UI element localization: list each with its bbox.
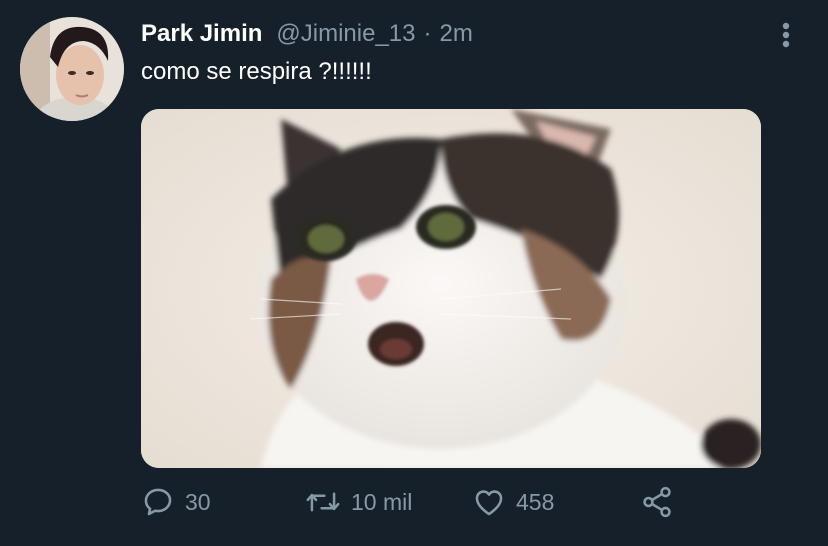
tweet-actions: 30 10 mil 458 — [141, 482, 701, 522]
timestamp[interactable]: 2m — [440, 20, 473, 48]
retweet-count: 10 mil — [351, 488, 413, 515]
tweet-header: Park Jimin @Jiminie_13 · 2m — [141, 20, 473, 50]
reply-button[interactable]: 30 — [141, 482, 211, 522]
like-button[interactable]: 458 — [472, 482, 554, 522]
retweet-icon — [305, 485, 341, 519]
reply-count: 30 — [185, 488, 211, 515]
share-button[interactable] — [640, 482, 674, 522]
tweet[interactable]: Park Jimin @Jiminie_13 · 2m como se resp… — [0, 0, 828, 546]
more-options-button[interactable] — [776, 20, 796, 50]
display-name[interactable]: Park Jimin — [141, 20, 262, 48]
more-vertical-icon — [782, 22, 790, 48]
tweet-image[interactable] — [141, 109, 761, 468]
avatar[interactable] — [20, 17, 124, 121]
heart-icon — [472, 485, 506, 519]
user-handle[interactable]: @Jiminie_13 — [276, 20, 415, 48]
share-icon — [640, 485, 674, 519]
retweet-button[interactable]: 10 mil — [305, 482, 412, 522]
separator-dot: · — [423, 20, 432, 47]
like-count: 458 — [516, 488, 555, 515]
tweet-text: como se respira ?!!!!!! — [141, 58, 372, 85]
reply-icon — [141, 485, 175, 519]
